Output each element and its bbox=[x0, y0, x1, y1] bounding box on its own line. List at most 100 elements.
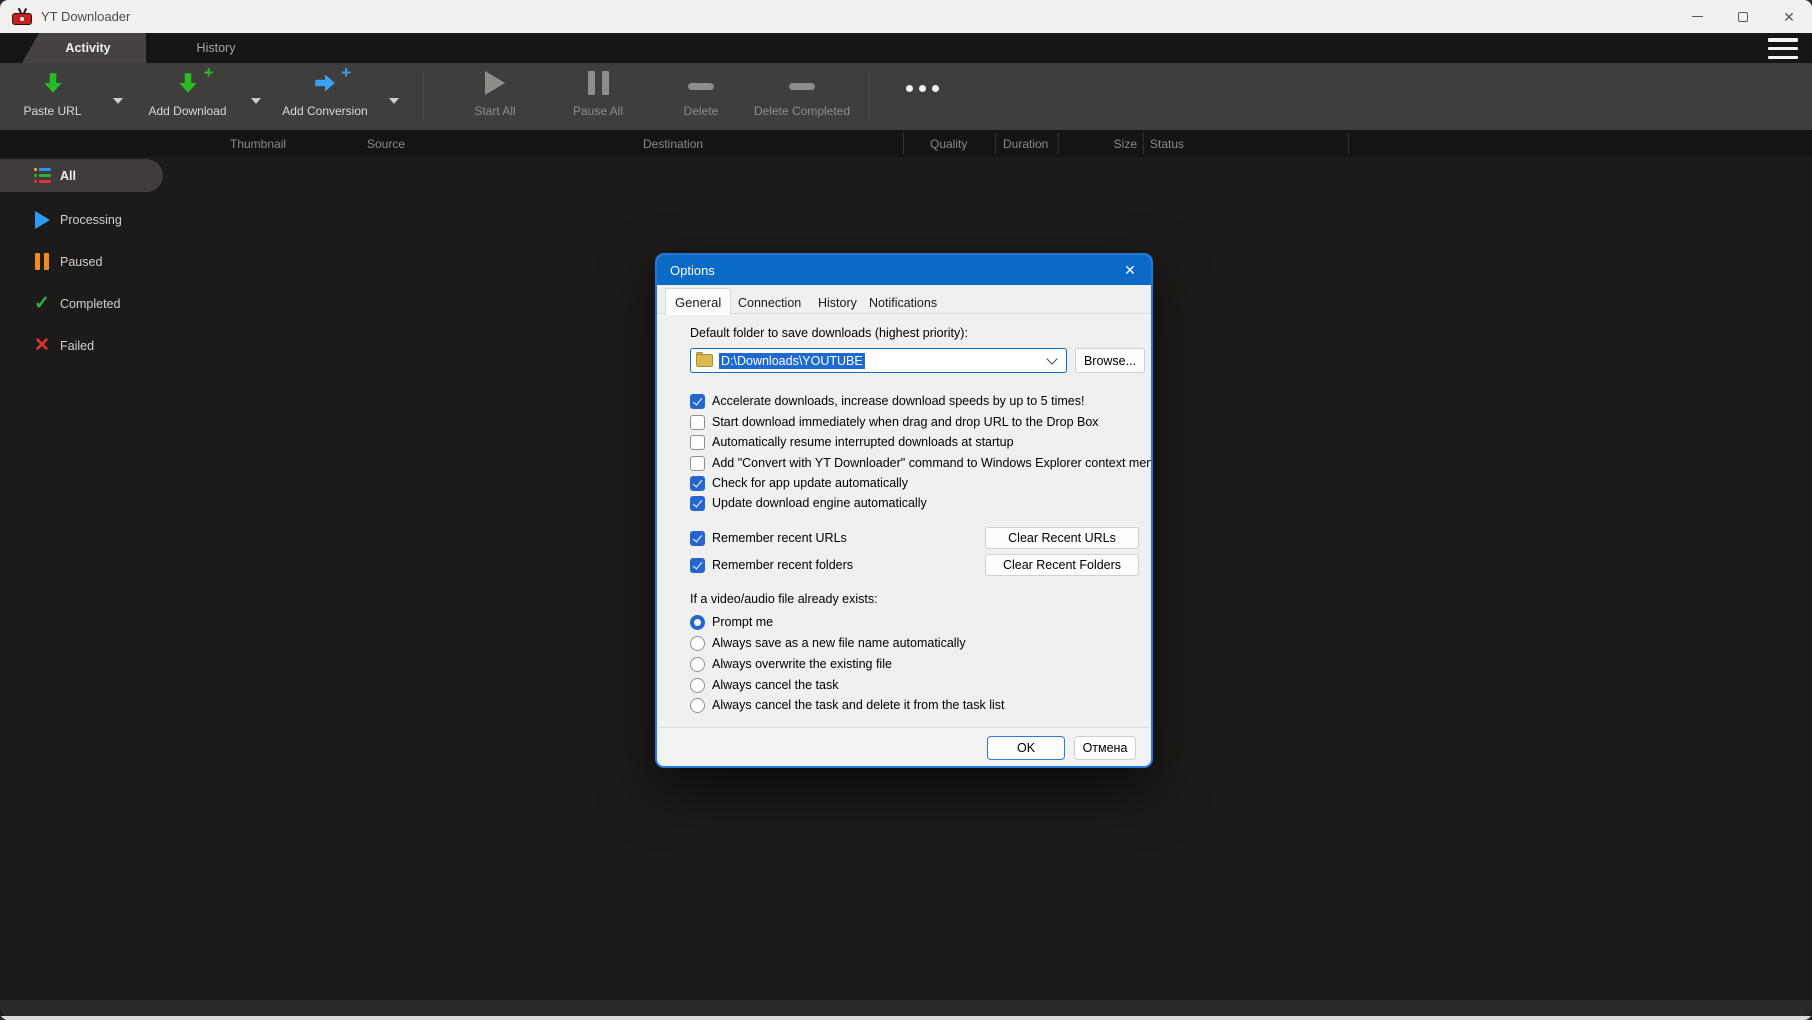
close-icon: ✕ bbox=[1124, 262, 1136, 279]
column-thumbnail[interactable]: Thumbnail bbox=[230, 130, 286, 157]
clear-recent-folders-button[interactable]: Clear Recent Folders bbox=[985, 554, 1139, 576]
dialog-tab-history[interactable]: History bbox=[809, 291, 866, 314]
plus-icon: + bbox=[341, 64, 351, 81]
tab-activity[interactable]: Activity bbox=[22, 33, 146, 63]
dialog-tab-connection[interactable]: Connection bbox=[729, 291, 810, 314]
checkbox-app-update[interactable]: Check for app update automatically bbox=[690, 475, 908, 491]
dialog-tab-notifications[interactable]: Notifications bbox=[860, 291, 946, 314]
sidebar-item-label: Paused bbox=[60, 255, 102, 269]
column-source[interactable]: Source bbox=[367, 130, 405, 157]
column-duration[interactable]: Duration bbox=[1003, 130, 1048, 157]
dialog-tab-general[interactable]: General bbox=[665, 288, 731, 315]
add-conversion-dropdown[interactable] bbox=[384, 63, 404, 130]
ok-button[interactable]: OK bbox=[987, 736, 1065, 760]
paste-url-dropdown[interactable] bbox=[108, 63, 128, 130]
column-size[interactable]: Size bbox=[1060, 130, 1137, 157]
list-column-header: Thumbnail Source Destination Quality Dur… bbox=[0, 130, 1812, 157]
tab-history[interactable]: History bbox=[158, 33, 274, 63]
delete-icon bbox=[688, 63, 714, 103]
default-folder-label: Default folder to save downloads (highes… bbox=[690, 326, 968, 340]
chevron-down-icon bbox=[113, 98, 123, 104]
radio-icon[interactable] bbox=[690, 615, 705, 630]
dialog-close-button[interactable]: ✕ bbox=[1109, 255, 1151, 285]
checkbox-label: Automatically resume interrupted downloa… bbox=[712, 435, 1014, 449]
checkbox-engine-update[interactable]: Update download engine automatically bbox=[690, 495, 927, 511]
tab-activity-label: Activity bbox=[57, 41, 110, 55]
pause-icon bbox=[32, 252, 52, 272]
checkbox-accelerate[interactable]: Accelerate downloads, increase download … bbox=[690, 393, 1084, 409]
sidebar-item-all[interactable]: All bbox=[0, 159, 163, 192]
window-titlebar: YT Downloader ✕ bbox=[0, 0, 1812, 33]
checkbox-icon[interactable] bbox=[690, 394, 705, 409]
checkbox-label: Remember recent folders bbox=[712, 558, 853, 572]
delete-completed-icon bbox=[789, 63, 815, 103]
minimize-button[interactable] bbox=[1674, 0, 1720, 33]
checkbox-icon[interactable] bbox=[690, 456, 705, 471]
checkbox-icon[interactable] bbox=[690, 435, 705, 450]
checkbox-label: Accelerate downloads, increase download … bbox=[712, 394, 1084, 408]
sidebar-item-processing[interactable]: Processing bbox=[0, 203, 163, 236]
checkbox-remember-urls[interactable]: Remember recent URLs bbox=[690, 530, 847, 546]
column-separator bbox=[1058, 133, 1059, 154]
delete-button: Delete bbox=[666, 63, 736, 130]
chevron-down-icon[interactable] bbox=[1048, 356, 1057, 365]
checkbox-icon[interactable] bbox=[690, 558, 705, 573]
radio-cancel-and-delete[interactable]: Always cancel the task and delete it fro… bbox=[690, 697, 1005, 713]
column-separator bbox=[1348, 133, 1349, 154]
pause-all-label: Pause All bbox=[573, 104, 623, 118]
app-window: YT Downloader ✕ Activity History Paste U… bbox=[0, 0, 1812, 1020]
checkbox-icon[interactable] bbox=[690, 415, 705, 430]
maximize-button[interactable] bbox=[1720, 0, 1766, 33]
sidebar-item-completed[interactable]: ✓ Completed bbox=[0, 287, 163, 320]
more-button[interactable] bbox=[896, 63, 948, 130]
default-folder-value: D:\Downloads\YOUTUBE bbox=[719, 353, 865, 369]
radio-save-new-name[interactable]: Always save as a new file name automatic… bbox=[690, 635, 966, 651]
x-icon: ✕ bbox=[32, 336, 52, 356]
add-conversion-button[interactable]: + Add Conversion bbox=[272, 63, 378, 130]
checkbox-label: Remember recent URLs bbox=[712, 531, 847, 545]
checkbox-start-immediately[interactable]: Start download immediately when drag and… bbox=[690, 414, 1099, 430]
close-button[interactable]: ✕ bbox=[1766, 0, 1812, 33]
toolbar: Paste URL + Add Download + Add Conversio… bbox=[0, 63, 1812, 130]
radio-overwrite[interactable]: Always overwrite the existing file bbox=[690, 656, 892, 672]
browse-button[interactable]: Browse... bbox=[1075, 348, 1145, 373]
pause-all-icon bbox=[588, 63, 609, 103]
checkbox-icon[interactable] bbox=[690, 496, 705, 511]
start-all-button: Start All bbox=[455, 63, 535, 130]
start-all-icon bbox=[485, 63, 505, 103]
checkbox-label: Update download engine automatically bbox=[712, 496, 927, 510]
column-quality[interactable]: Quality bbox=[930, 130, 967, 157]
default-folder-combobox[interactable]: D:\Downloads\YOUTUBE bbox=[690, 348, 1067, 373]
paste-url-button[interactable]: Paste URL bbox=[10, 63, 95, 130]
checkbox-auto-resume[interactable]: Automatically resume interrupted downloa… bbox=[690, 434, 1014, 450]
radio-cancel-task[interactable]: Always cancel the task bbox=[690, 677, 838, 693]
column-separator bbox=[1143, 133, 1144, 154]
radio-icon[interactable] bbox=[690, 678, 705, 693]
cancel-button[interactable]: Отмена bbox=[1074, 736, 1136, 760]
checkbox-remember-folders[interactable]: Remember recent folders bbox=[690, 557, 853, 573]
sidebar-item-paused[interactable]: Paused bbox=[0, 245, 163, 278]
checkbox-icon[interactable] bbox=[690, 531, 705, 546]
dialog-titlebar[interactable]: Options ✕ bbox=[657, 255, 1151, 285]
radio-prompt-me[interactable]: Prompt me bbox=[690, 614, 773, 630]
paste-url-label: Paste URL bbox=[23, 104, 81, 118]
radio-label: Always save as a new file name automatic… bbox=[712, 636, 966, 650]
menu-button[interactable] bbox=[1768, 38, 1798, 59]
add-download-dropdown[interactable] bbox=[246, 63, 266, 130]
add-download-button[interactable]: + Add Download bbox=[140, 63, 235, 130]
delete-completed-label: Delete Completed bbox=[754, 104, 850, 118]
sidebar-item-failed[interactable]: ✕ Failed bbox=[0, 329, 163, 362]
checkbox-label: Start download immediately when drag and… bbox=[712, 415, 1099, 429]
column-destination[interactable]: Destination bbox=[643, 130, 703, 157]
radio-icon[interactable] bbox=[690, 636, 705, 651]
column-separator bbox=[995, 133, 996, 154]
column-separator bbox=[903, 133, 904, 154]
clear-recent-urls-button[interactable]: Clear Recent URLs bbox=[985, 527, 1139, 549]
radio-icon[interactable] bbox=[690, 698, 705, 713]
chevron-down-icon bbox=[251, 98, 261, 104]
radio-icon[interactable] bbox=[690, 657, 705, 672]
column-status[interactable]: Status bbox=[1150, 130, 1184, 157]
checkbox-icon[interactable] bbox=[690, 476, 705, 491]
checkbox-context-menu[interactable]: Add "Convert with YT Downloader" command… bbox=[690, 455, 1153, 471]
dialog-footer: OK Отмена bbox=[657, 727, 1151, 766]
